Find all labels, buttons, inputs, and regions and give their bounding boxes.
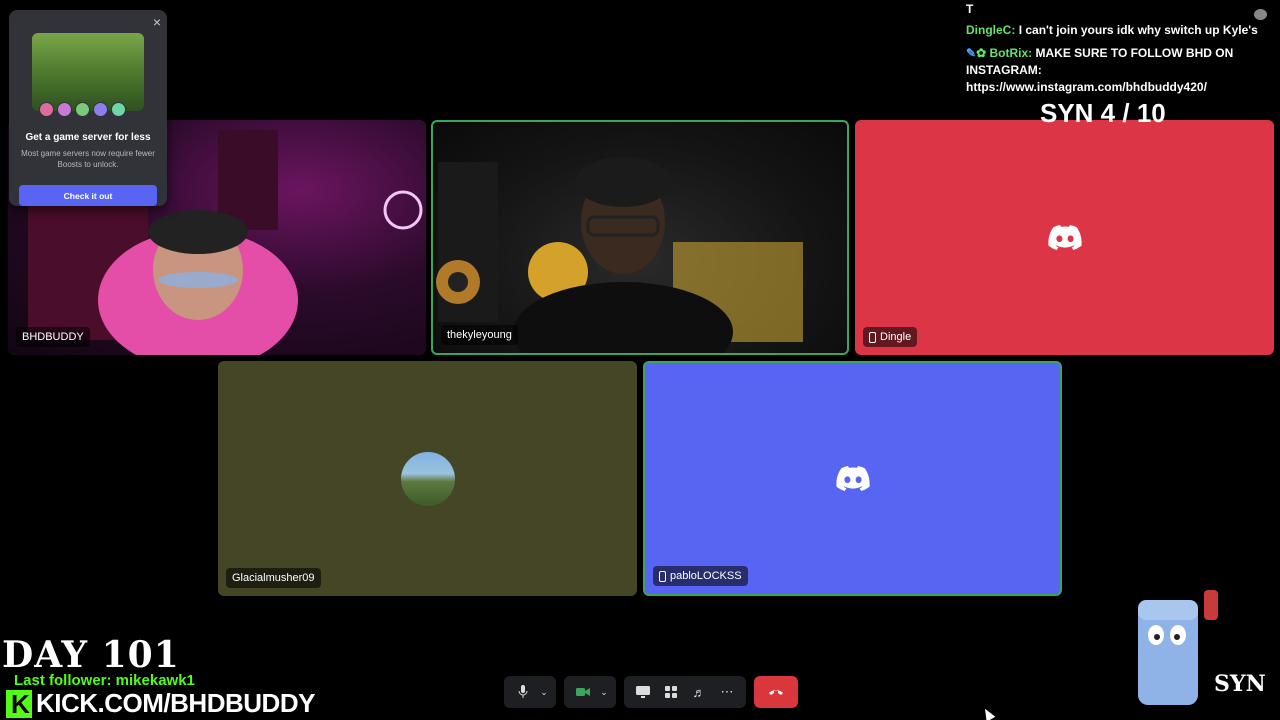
close-icon[interactable]: × [153,14,161,30]
video-tile-dingle[interactable]: Dingle [855,120,1274,355]
check-it-out-button[interactable]: Check it out [19,185,157,206]
syn-counter: SYN 4 / 10 [1040,98,1166,128]
chat-bubble-icon [1254,9,1267,20]
participant-name: pabloLOCKSS [670,570,742,582]
leave-call-button[interactable] [754,676,798,708]
pin-icon: ✎ [966,46,977,60]
syn-brand-text: SYN [1214,671,1266,697]
promo-title: Get a game server for less [25,132,151,143]
more-icon[interactable]: ⋯ [714,679,740,705]
mobile-device-icon [869,331,876,343]
syn-brand-logo: SYN [1214,655,1266,700]
chat-username: DingleC: [966,23,1016,37]
screen-share-icon[interactable] [630,679,656,705]
video-tile-glacialmusher09[interactable]: Glacialmusher09 [218,361,637,596]
avatar [75,102,90,117]
avatar [400,451,455,506]
activities-icon[interactable] [658,679,684,705]
kick-channel-banner: KICK.COM/BHDBUDDY [6,688,315,719]
participant-name-tag: BHDBUDDY [16,327,90,347]
activity-controls: ♬ ⋯ [624,676,746,708]
stream-video-thekyleyoung [436,157,803,353]
avatar [57,102,72,117]
day-counter: DAY 101 [2,634,180,676]
kick-logo-icon [6,689,32,718]
last-follower-text: Last follower: mikekawk1 [14,672,195,689]
verified-icon: ✿ [976,46,987,60]
discord-logo-icon [835,465,870,491]
promo-avatar-row [39,102,126,117]
participant-name: Glacialmusher09 [232,572,315,584]
avatar [39,102,54,117]
leave-call-icon [769,690,783,695]
chat-username: BotRix: [989,46,1033,60]
discord-logo-icon [1047,224,1082,250]
chat-text: I can't join yours idk why switch up Kyl… [1018,23,1258,37]
promo-artwork [32,33,144,111]
promo-description: Most game servers now require fewer Boos… [21,149,155,169]
video-tile-thekyleyoung[interactable]: thekyleyoung [431,120,849,355]
game-server-promo-popup: × Get a game server for less Most game s… [9,10,167,206]
kick-url: KICK.COM/BHDBUDDY [36,688,315,718]
camera-controls: ⌄ [564,676,616,708]
participant-name-tag: pabloLOCKSS [653,566,748,586]
chevron-down-icon[interactable]: ⌄ [598,679,610,705]
microphone-icon[interactable] [510,679,536,705]
avatar [93,102,108,117]
participant-name: thekyleyoung [447,329,512,341]
mic-controls: ⌄ [504,676,556,708]
avatar [111,102,126,117]
participant-name: Dingle [880,331,912,343]
chat-line: T [966,2,974,16]
chevron-down-icon[interactable]: ⌄ [538,679,550,705]
call-control-bar: ⌄ ⌄ ♬ ⋯ [504,676,798,708]
participant-name-tag: thekyleyoung [441,325,518,345]
chat-message: DingleC: I can't join yours idk why swit… [966,22,1266,39]
mouse-cursor-icon [980,706,996,720]
soundboard-icon[interactable]: ♬ [686,679,712,705]
towel-character-overlay [1128,590,1218,715]
camera-icon[interactable] [570,679,596,705]
participant-name-tag: Dingle [863,327,918,347]
participant-name-tag: Glacialmusher09 [226,568,321,588]
video-tile-pablolockss[interactable]: pabloLOCKSS [643,361,1062,596]
chat-message: ✎✿ BotRix: MAKE SURE TO FOLLOW BHD ON IN… [966,45,1266,96]
mobile-device-icon [659,570,666,582]
participant-name: BHDBUDDY [22,331,84,343]
